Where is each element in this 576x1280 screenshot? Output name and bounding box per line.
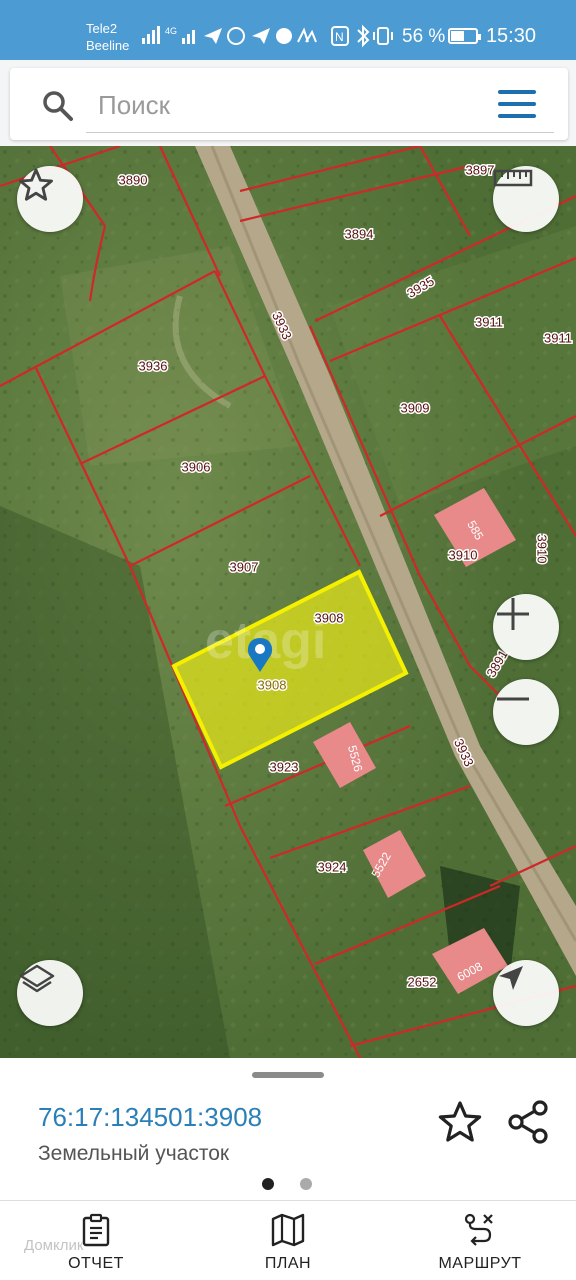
clock: 15:30 xyxy=(485,25,536,47)
share-icon[interactable] xyxy=(504,1098,552,1146)
zoom-in-button[interactable] xyxy=(493,594,559,660)
nav-report-label: ОТЧЕТ xyxy=(68,1255,124,1272)
footer-watermark: Домклик xyxy=(24,1237,84,1254)
carrier-names: Tele2 Beeline xyxy=(86,20,129,54)
parcel-label-3890: 3890 xyxy=(119,172,148,187)
land-type-label: Земельный участок xyxy=(38,1142,230,1165)
signal-icons: 4G xyxy=(142,26,317,45)
parcel-label-3908: 3908 xyxy=(315,610,344,625)
search-area xyxy=(0,60,576,146)
minus-icon xyxy=(497,697,529,701)
star-icon xyxy=(19,168,53,201)
clipboard-icon xyxy=(82,1213,110,1247)
parcel-label-3909: 3909 xyxy=(401,400,430,415)
pager-dot[interactable] xyxy=(262,1178,274,1190)
parcel-label-3911: 3911 xyxy=(475,314,503,329)
search-icon[interactable] xyxy=(42,90,74,122)
map-icon xyxy=(271,1213,305,1247)
parcel-label-3894: 3894 xyxy=(345,226,374,241)
pager-dot[interactable] xyxy=(300,1178,312,1190)
parcel-label-3923: 3923 xyxy=(270,759,299,774)
system-icons: N xyxy=(331,24,393,48)
nav-plan[interactable]: ПЛАН xyxy=(208,1201,368,1280)
map-view[interactable]: 585 5526 5522 6008 etagi 389038973894393… xyxy=(0,146,576,1058)
svg-text:N: N xyxy=(335,30,344,44)
favorites-map-button[interactable] xyxy=(17,166,83,232)
carrier-2: Beeline xyxy=(86,38,130,53)
battery-percent: 56 % xyxy=(402,26,446,47)
battery-icon xyxy=(448,28,481,44)
parcel-label-3907: 3907 xyxy=(230,559,259,574)
menu-icon[interactable] xyxy=(498,88,538,122)
parcel-label-3906: 3906 xyxy=(182,459,211,474)
sheet-drag-handle[interactable] xyxy=(252,1072,324,1078)
search-bar xyxy=(10,68,568,140)
parcel-label-3924: 3924 xyxy=(318,859,347,874)
nav-route-label: МАРШРУТ xyxy=(438,1255,522,1272)
nav-plan-label: ПЛАН xyxy=(264,1255,312,1272)
navigation-arrow-icon xyxy=(499,966,523,990)
search-input[interactable] xyxy=(98,82,468,128)
layers-button[interactable] xyxy=(17,960,83,1026)
status-bar: Tele2 Beeline 4G N 56 % 15:30 xyxy=(0,0,576,60)
satellite-map[interactable]: 585 5526 5522 6008 etagi 389038973894393… xyxy=(0,146,576,1058)
network-badge: 4G xyxy=(165,26,177,36)
layers-icon xyxy=(19,964,55,993)
zoom-out-button[interactable] xyxy=(493,679,559,745)
parcel-label-3910: 3910 xyxy=(449,547,478,562)
parcel-label-3936: 3936 xyxy=(139,358,168,373)
selected-parcel-label: 3908 xyxy=(258,677,287,692)
parcel-label-3911: 3911 xyxy=(544,330,572,345)
carrier-1: Tele2 xyxy=(86,21,118,36)
ruler-button[interactable] xyxy=(493,166,559,232)
plus-icon xyxy=(497,598,529,630)
bottom-navigation: ОТЧЕТ ПЛАН МАРШРУТ xyxy=(0,1200,576,1280)
parcel-label-3897: 3897 xyxy=(466,162,495,177)
nav-route[interactable]: МАРШРУТ xyxy=(400,1201,560,1280)
route-icon xyxy=(464,1213,493,1246)
search-underline xyxy=(86,132,554,133)
parcel-info-sheet: 76:17:134501:3908 Земельный участок xyxy=(0,1058,576,1200)
cadastral-number[interactable]: 76:17:134501:3908 xyxy=(38,1102,262,1133)
parcel-label-3910: 3910 xyxy=(535,535,550,564)
ruler-icon xyxy=(493,169,533,187)
favorite-star-icon[interactable] xyxy=(436,1098,484,1146)
my-location-button[interactable] xyxy=(493,960,559,1026)
parcel-label-2652: 2652 xyxy=(408,974,437,989)
